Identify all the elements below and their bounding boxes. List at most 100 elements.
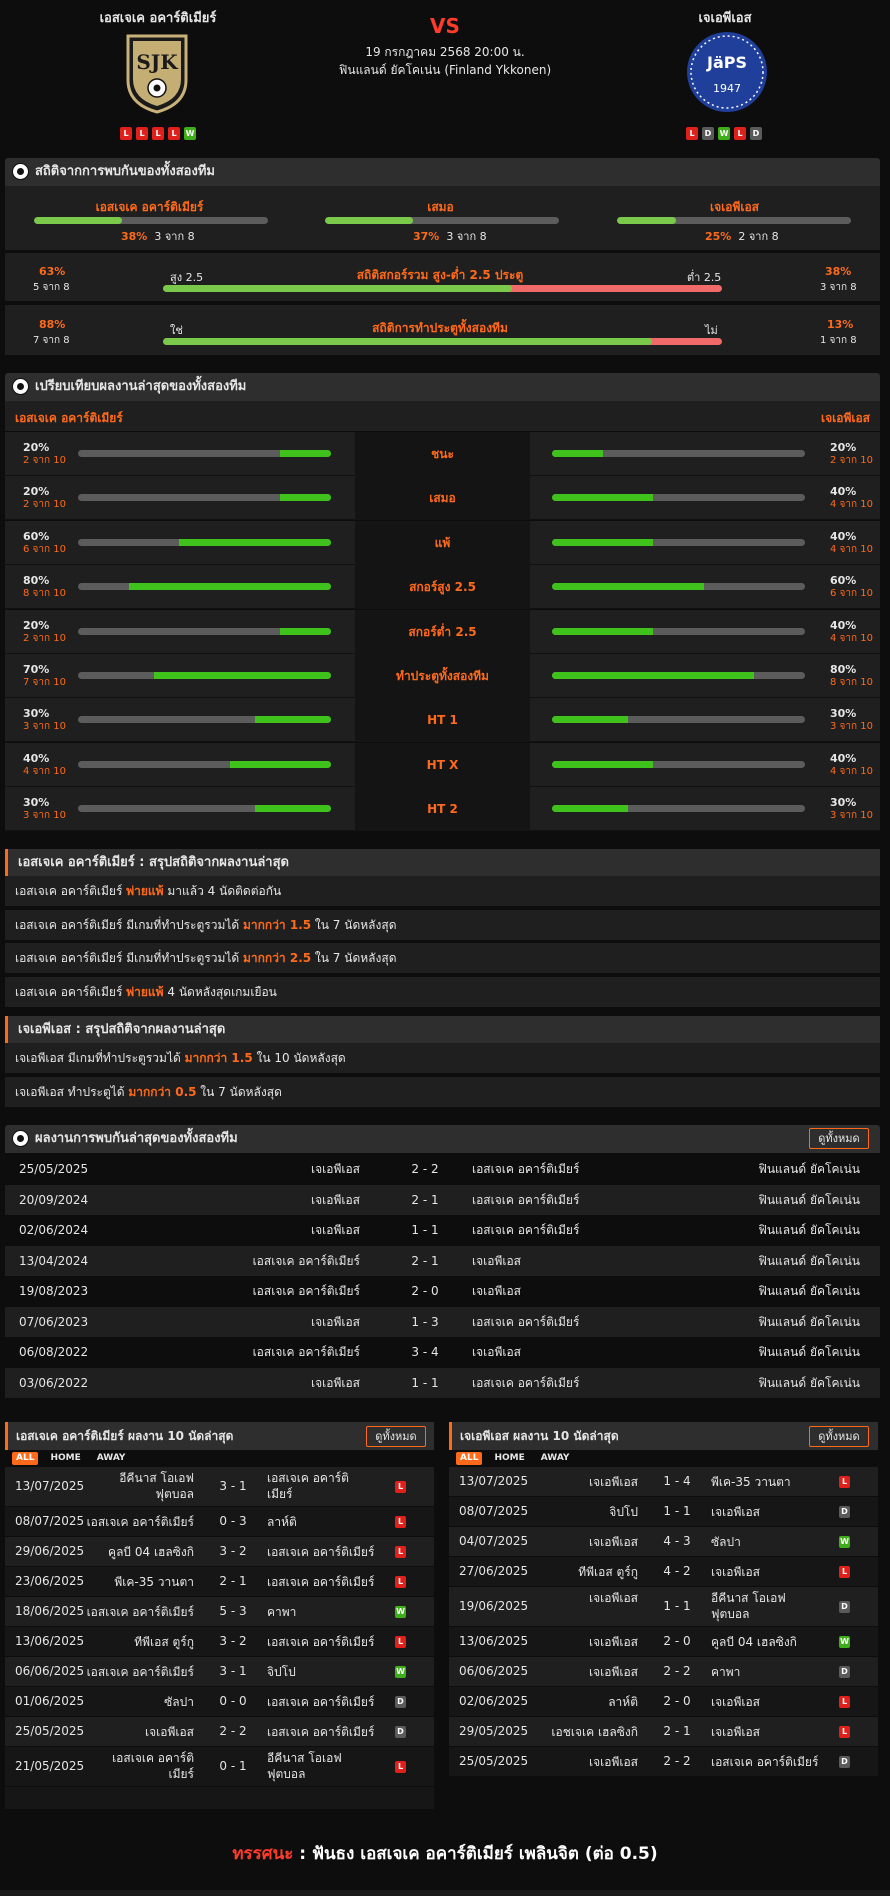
last10-home[interactable]: เอสเจเค อคาร์ติเมียร์ bbox=[87, 1604, 194, 1620]
last10-row[interactable]: 29/05/2025 เอชเจเค เฮลซิงกิ 2 - 1 เจเอพีเอส… bbox=[449, 1717, 878, 1747]
h2h-away[interactable]: เอสเจเค อคาร์ติเมียร์ bbox=[472, 1185, 579, 1215]
last10-home[interactable]: เอสเจเค อคาร์ติเมียร์ bbox=[87, 1514, 194, 1530]
h2h-score: 2 - 0 bbox=[411, 1284, 439, 1298]
last10-home[interactable]: ทีพีเอส ตูร์กู bbox=[134, 1634, 194, 1650]
last10-row[interactable]: 25/05/2025 เจเอพีเอส 2 - 2 เอสเจเค อคาร์ติเ… bbox=[449, 1747, 878, 1777]
last10-away[interactable]: เอสเจเค อคาร์ติเมียร์ bbox=[267, 1544, 374, 1560]
japs-logo-icon[interactable]: JäPS 1947 bbox=[685, 30, 769, 114]
last10-row[interactable]: 29/06/2025 คูลบี 04 เฮลซิงกิ 3 - 2 เอสเจเค … bbox=[5, 1537, 434, 1567]
h2h-row[interactable]: 06/08/2022 เอสเจเค อคาร์ติเมียร์ 3 - 4 เจเอ… bbox=[5, 1337, 880, 1367]
h2h-away[interactable]: เจเอพีเอส bbox=[472, 1276, 521, 1306]
last10-home[interactable]: ทีพีเอส ตูร์กู bbox=[578, 1564, 638, 1580]
last10-home[interactable]: เจเอพีเอส bbox=[589, 1754, 638, 1770]
h2h-away[interactable]: เอสเจเค อคาร์ติเมียร์ bbox=[472, 1368, 579, 1398]
last10-home[interactable]: เจเอพีเอส bbox=[589, 1474, 638, 1490]
tab-home[interactable]: HOME bbox=[46, 1452, 84, 1465]
last10-row[interactable]: 13/07/2025 เจเอพีเอส 1 - 4 พีเค-35 วานตา L bbox=[449, 1467, 878, 1497]
last10-away[interactable]: เอสเจเค อคาร์ติเมียร์ bbox=[267, 1694, 374, 1710]
last10-away[interactable]: ซัลปา bbox=[711, 1534, 741, 1550]
last10-row[interactable]: 04/07/2025 เจเอพีเอส 4 - 3 ซัลปา W bbox=[449, 1527, 878, 1557]
tab-all[interactable]: ALL bbox=[456, 1452, 483, 1465]
tab-away[interactable]: AWAY bbox=[93, 1452, 130, 1465]
h2h-home[interactable]: เจเอพีเอส bbox=[311, 1368, 360, 1398]
tab-all[interactable]: ALL bbox=[12, 1452, 39, 1465]
last10-away[interactable]: เจเอพีเอส bbox=[711, 1504, 760, 1520]
h2h-row[interactable]: 07/06/2023 เจเอพีเอส 1 - 3 เอสเจเค อคาร์ติเ… bbox=[5, 1306, 880, 1337]
last10-away[interactable]: คาพา bbox=[711, 1664, 740, 1680]
last10-row[interactable]: 01/06/2025 ซัลปา 0 - 0 เอสเจเค อคาร์ติเมียร… bbox=[5, 1687, 434, 1717]
compare-away-count: 4 จาก 10 bbox=[830, 543, 873, 555]
last10-row[interactable]: 23/06/2025 พีเค-35 วานตา 2 - 1 เอสเจเค อคาร… bbox=[5, 1567, 434, 1597]
h2h-home[interactable]: เอสเจเค อคาร์ติเมียร์ bbox=[253, 1337, 360, 1367]
last10-home[interactable]: เอสเจเค อคาร์ติเมียร์ bbox=[94, 1750, 194, 1782]
tab-away[interactable]: AWAY bbox=[537, 1452, 574, 1465]
last10-away[interactable]: ลาห์ติ bbox=[267, 1514, 297, 1530]
h2h-home[interactable]: เจเอพีเอส bbox=[311, 1215, 360, 1245]
last10-row[interactable]: 25/05/2025 เจเอพีเอส 2 - 2 เอสเจเค อคาร์ติเ… bbox=[5, 1717, 434, 1747]
away-last10-tabs: ALL HOME AWAY bbox=[456, 1452, 573, 1465]
h2h-away[interactable]: เอสเจเค อคาร์ติเมียร์ bbox=[472, 1215, 579, 1245]
last10-away[interactable]: จิปโป bbox=[267, 1664, 296, 1680]
last10-away[interactable]: เจเอพีเอส bbox=[711, 1694, 760, 1710]
last10-home[interactable]: เจเอพีเอส bbox=[145, 1724, 194, 1740]
last10-row[interactable]: 18/06/2025 เอสเจเค อคาร์ติเมียร์ 5 - 3 คาพา… bbox=[5, 1597, 434, 1627]
h2h-view-all-button[interactable]: ดูทั้งหมด bbox=[809, 1128, 869, 1149]
h2h-row[interactable]: 19/08/2023 เอสเจเค อคาร์ติเมียร์ 2 - 0 เจเอ… bbox=[5, 1276, 880, 1306]
last10-home[interactable]: จิปโป bbox=[609, 1504, 638, 1520]
last10-away[interactable]: เอสเจเค อคาร์ติเมียร์ bbox=[267, 1574, 374, 1590]
last10-row[interactable]: 02/06/2025 ลาห์ติ 2 - 0 เจเอพีเอส L bbox=[449, 1687, 878, 1717]
last10-home[interactable]: ซัลปา bbox=[164, 1694, 194, 1710]
last10-row[interactable]: 06/06/2025 เจเอพีเอส 2 - 2 คาพา D bbox=[449, 1657, 878, 1687]
away-last10-view-all-button[interactable]: ดูทั้งหมด bbox=[809, 1426, 869, 1447]
last10-home[interactable]: อีคีนาส โอเอฟ ฟุตบอล bbox=[94, 1470, 194, 1502]
h2h-away[interactable]: เอสเจเค อคาร์ติเมียร์ bbox=[472, 1307, 579, 1337]
last10-home[interactable]: เอสเจเค อคาร์ติเมียร์ bbox=[87, 1664, 194, 1680]
last10-away[interactable]: คาพา bbox=[267, 1604, 296, 1620]
h2h-away[interactable]: เจเอพีเอส bbox=[472, 1337, 521, 1367]
last10-home[interactable]: เจเอพีเอส bbox=[589, 1634, 638, 1650]
h2h-row[interactable]: 03/06/2022 เจเอพีเอส 1 - 1 เอสเจเค อคาร์ติเ… bbox=[5, 1367, 880, 1398]
last10-home[interactable]: เจเอพีเอส bbox=[589, 1664, 638, 1680]
last10-row[interactable]: 13/06/2025 ทีพีเอส ตูร์กู 3 - 2 เอสเจเค อคา… bbox=[5, 1627, 434, 1657]
last10-home[interactable]: เจเอพีเอส bbox=[538, 1590, 638, 1606]
h2h-home[interactable]: เอสเจเค อคาร์ติเมียร์ bbox=[253, 1276, 360, 1306]
h2h-home[interactable]: เจเอพีเอส bbox=[311, 1185, 360, 1215]
last10-row[interactable]: 06/06/2025 เอสเจเค อคาร์ติเมียร์ 3 - 1 จิปโ… bbox=[5, 1657, 434, 1687]
last10-home[interactable]: เอชเจเค เฮลซิงกิ bbox=[551, 1724, 638, 1740]
last10-away[interactable]: เอสเจเค อคาร์ติเมียร์ bbox=[267, 1470, 367, 1502]
last10-away[interactable]: เอสเจเค อคาร์ติเมียร์ bbox=[267, 1634, 374, 1650]
last10-home[interactable]: เจเอพีเอส bbox=[589, 1534, 638, 1550]
summary-text: ใน 10 นัดหลังสุด bbox=[252, 1051, 346, 1065]
h2h-row[interactable]: 02/06/2024 เจเอพีเอส 1 - 1 เอสเจเค อคาร์ติเ… bbox=[5, 1215, 880, 1245]
h2h-away[interactable]: เจเอพีเอส bbox=[472, 1246, 521, 1276]
h2h-row[interactable]: 13/04/2024 เอสเจเค อคาร์ติเมียร์ 2 - 1 เจเอ… bbox=[5, 1245, 880, 1276]
h2h-away[interactable]: เอสเจเค อคาร์ติเมียร์ bbox=[472, 1154, 579, 1184]
home-last10-view-all-button[interactable]: ดูทั้งหมด bbox=[366, 1426, 426, 1447]
tab-home[interactable]: HOME bbox=[490, 1452, 528, 1465]
h2h-row[interactable]: 25/05/2025 เจเอพีเอส 2 - 2 เอสเจเค อคาร์ติเ… bbox=[5, 1154, 880, 1184]
last10-home[interactable]: ลาห์ติ bbox=[608, 1694, 638, 1710]
last10-away[interactable]: พีเค-35 วานตา bbox=[711, 1474, 791, 1490]
last10-row[interactable]: 21/05/2025 เอสเจเค อคาร์ติเมียร์ 0 - 1 อีคี… bbox=[5, 1747, 434, 1787]
last10-away[interactable]: เอสเจเค อคาร์ติเมียร์ bbox=[711, 1754, 818, 1770]
last10-away[interactable]: คูลบี 04 เฮลซิงกิ bbox=[711, 1634, 797, 1650]
last10-row[interactable]: 08/07/2025 เอสเจเค อคาร์ติเมียร์ 0 - 3 ลาห์… bbox=[5, 1507, 434, 1537]
compare-home-count: 6 จาก 10 bbox=[23, 543, 66, 555]
h2h-home[interactable]: เอสเจเค อคาร์ติเมียร์ bbox=[253, 1246, 360, 1276]
last10-away[interactable]: เจเอพีเอส bbox=[711, 1724, 760, 1740]
last10-row[interactable]: 27/06/2025 ทีพีเอส ตูร์กู 4 - 2 เจเอพีเอส L bbox=[449, 1557, 878, 1587]
last10-row[interactable]: 13/06/2025 เจเอพีเอส 2 - 0 คูลบี 04 เฮลซิงก… bbox=[449, 1627, 878, 1657]
last10-home[interactable]: พีเค-35 วานตา bbox=[114, 1574, 194, 1590]
last10-home[interactable]: คูลบี 04 เฮลซิงกิ bbox=[108, 1544, 194, 1560]
last10-date: 06/06/2025 bbox=[459, 1664, 529, 1678]
last10-row[interactable]: 08/07/2025 จิปโป 1 - 1 เจเอพีเอส D bbox=[449, 1497, 878, 1527]
last10-away[interactable]: เจเอพีเอส bbox=[711, 1564, 760, 1580]
last10-away[interactable]: อีคีนาส โอเอฟ ฟุตบอล bbox=[267, 1750, 367, 1782]
last10-away[interactable]: อีคีนาส โอเอฟ ฟุตบอล bbox=[711, 1590, 811, 1622]
last10-row[interactable]: 13/07/2025 อีคีนาส โอเอฟ ฟุตบอล 3 - 1 เอสเจ… bbox=[5, 1467, 434, 1507]
last10-away[interactable]: เอสเจเค อคาร์ติเมียร์ bbox=[267, 1724, 374, 1740]
h2h-row[interactable]: 20/09/2024 เจเอพีเอส 2 - 1 เอสเจเค อคาร์ติเ… bbox=[5, 1184, 880, 1215]
h2h-home[interactable]: เจเอพีเอส bbox=[311, 1307, 360, 1337]
h2h-home[interactable]: เจเอพีเอส bbox=[311, 1154, 360, 1184]
last10-row[interactable]: 19/06/2025 เจเอพีเอส 1 - 1 อีคีนาส โอเอฟ ฟุ… bbox=[449, 1587, 878, 1627]
